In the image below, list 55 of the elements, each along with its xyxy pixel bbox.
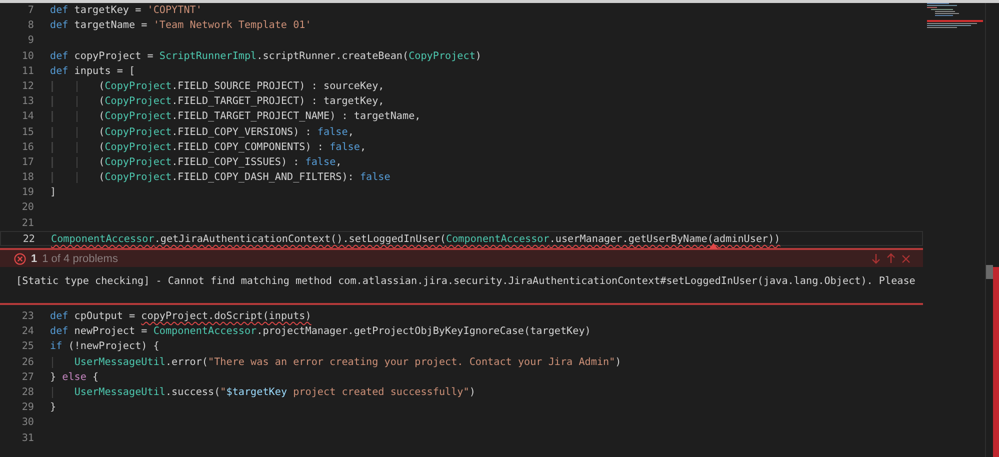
line-number: 23 (20, 310, 34, 324)
line-number: 9 (26, 34, 34, 48)
arrow-down-icon[interactable] (871, 253, 881, 264)
code-line: def targetName = 'Team Network Template 01' (49, 19, 312, 34)
line-number: 22 (22, 232, 35, 245)
code-line: if (!newProject) { (49, 340, 160, 354)
line-number: 26 (20, 356, 34, 370)
line-number: 10 (20, 50, 34, 64)
line-number: 24 (20, 325, 34, 340)
line-number: 31 (20, 432, 34, 446)
line-number: 27 (20, 370, 34, 385)
line-number: 20 (20, 201, 34, 216)
scrollbar-thumb[interactable] (986, 265, 993, 279)
code-line: def targetKey = 'COPYTNT' (49, 4, 202, 18)
problem-count: 1 (31, 252, 38, 264)
code-line: UserMessageUtil.error("There was an error creating your project. Contact your Jira Admin") (34, 354, 622, 370)
code-line: (CopyProject.FIELD_COPY_COMPONENTS) : false, (34, 140, 366, 155)
code-line: UserMessageUtil.success("$targetKey project created successfully") (34, 384, 476, 400)
code-line: (CopyProject.FIELD_TARGET_PROJECT) : targetKey, (34, 94, 384, 110)
code-line: } else { (49, 370, 99, 385)
code-line: def cpOutput = copyProject.doScript(inputs) (49, 310, 312, 324)
problem-summary: 1 of 4 problems (42, 252, 118, 264)
line-number: 8 (26, 19, 34, 34)
line-number: 15 (20, 126, 34, 140)
code-line: ] (49, 186, 56, 200)
code-line: (CopyProject.FIELD_COPY_VERSIONS) : false, (34, 124, 354, 140)
line-number: 16 (20, 140, 34, 155)
line-number: 12 (20, 80, 34, 94)
code-line: def inputs = [ (49, 64, 136, 79)
code-line: (CopyProject.FIELD_COPY_DASH_AND_FILTERS): false (34, 170, 390, 186)
line-number: 25 (20, 340, 34, 354)
close-icon[interactable] (901, 254, 911, 264)
line-number: 17 (20, 156, 34, 170)
line-number: 29 (20, 401, 34, 416)
line-number: 7 (26, 4, 34, 18)
code-line: def copyProject = ScriptRunnerImpl.scriptRunner.createBean(CopyProject) (49, 50, 482, 64)
code-line: def newProject = ComponentAccessor.projectManager.getProjectObjByKeyIgnoreCase(targetKey) (49, 325, 591, 340)
line-number: 19 (20, 186, 34, 200)
minimap-drawing[interactable] (927, 3, 983, 31)
line-number: 30 (20, 416, 34, 430)
line-number: 14 (20, 110, 34, 124)
code-line: (CopyProject.FIELD_COPY_ISSUES) : false, (34, 154, 342, 170)
line-number: 21 (20, 216, 34, 231)
peek-pointer-icon (709, 243, 718, 249)
line-number: 11 (20, 64, 34, 79)
arrow-up-icon[interactable] (886, 253, 896, 264)
line-number: 28 (20, 386, 34, 400)
code-line: (CopyProject.FIELD_TARGET_PROJECT_NAME) : targetName, (34, 109, 421, 124)
code-line: } (49, 401, 56, 416)
error-icon (14, 252, 26, 264)
code-line: ComponentAccessor.getJiraAuthenticationContext().setLoggedInUser(ComponentAccessor.userManager.getUserByName(adminUser)) (50, 232, 780, 245)
code-line: (CopyProject.FIELD_SOURCE_PROJECT) : sourceKey, (34, 78, 384, 94)
line-number: 13 (20, 95, 34, 110)
error-message: [Static type checking] - Cannot find matching method com.atlassian.jira.security.JiraAuthenticationContext#setLoggedInUser(java.lang.Object). Please (15, 275, 916, 289)
line-number: 18 (20, 171, 34, 186)
